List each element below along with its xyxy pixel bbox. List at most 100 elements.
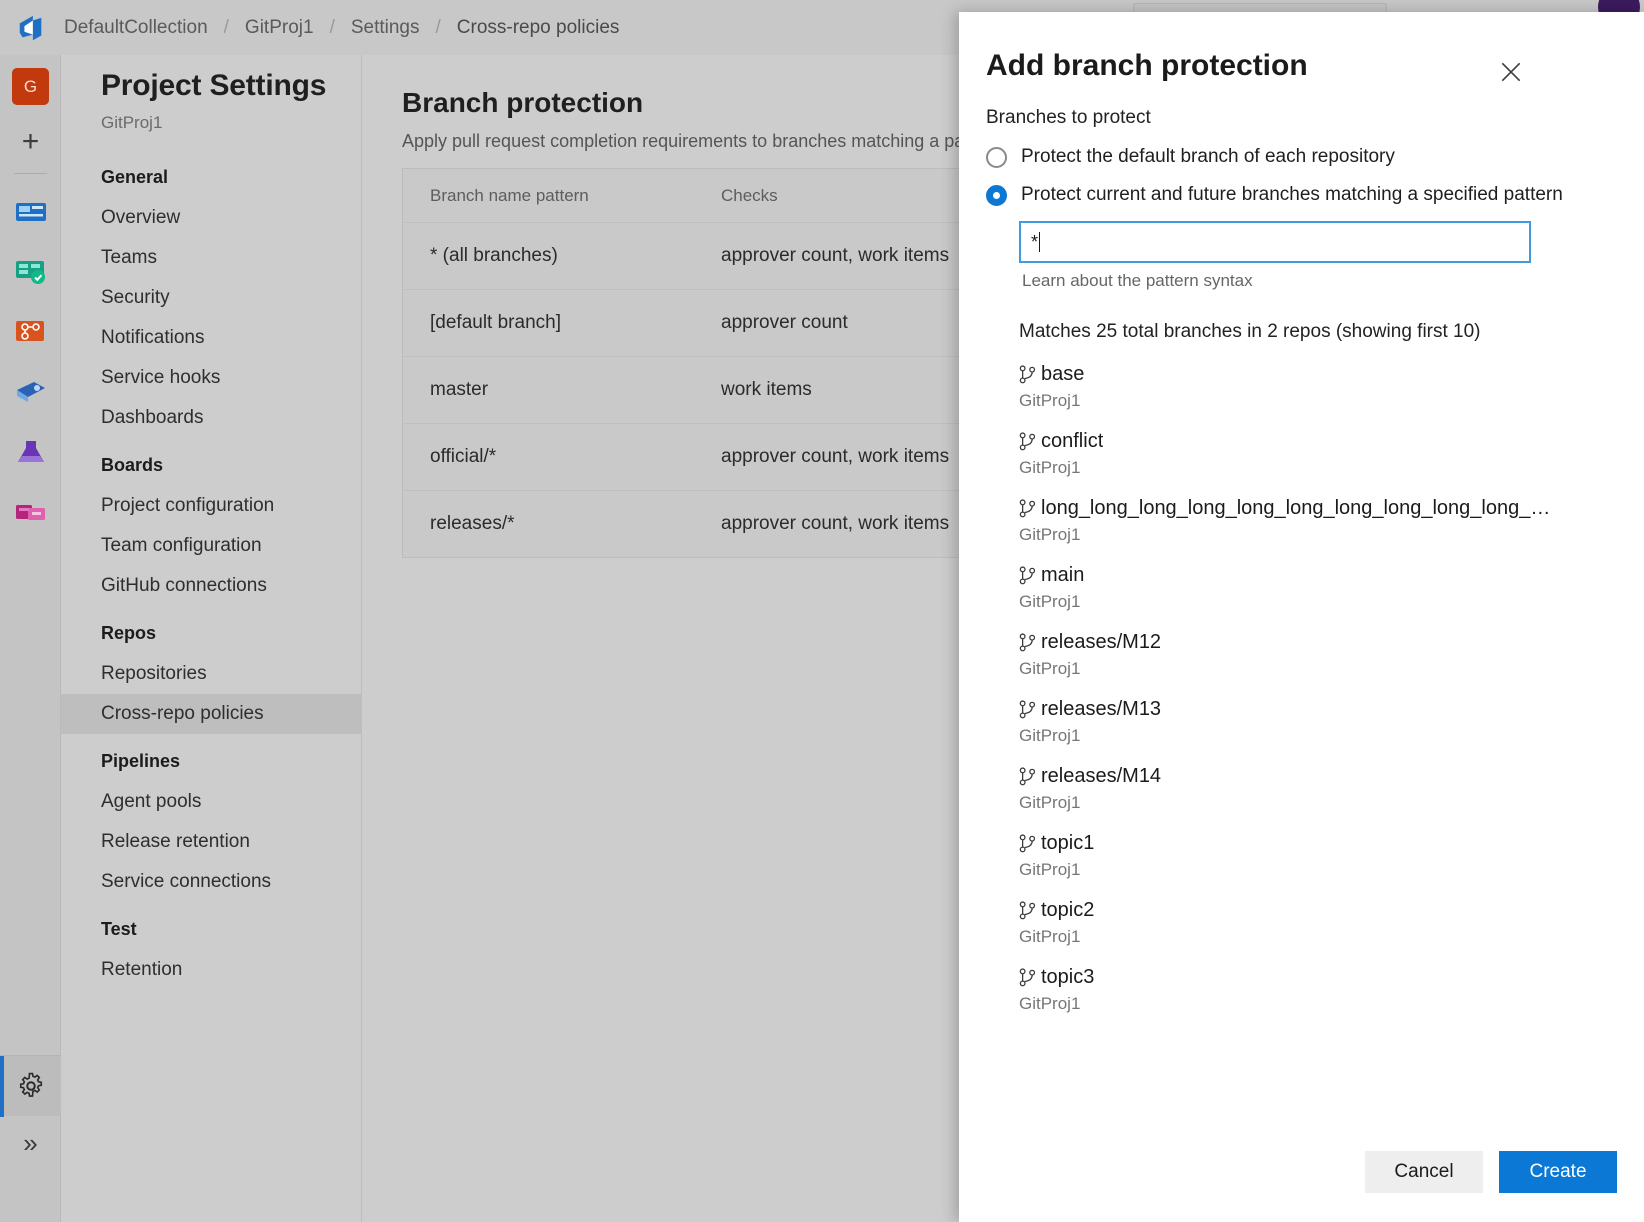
git-branch-icon xyxy=(1019,432,1036,451)
sidebar-item-retention[interactable]: Retention xyxy=(61,950,362,990)
pattern-syntax-link[interactable]: Learn about the pattern syntax xyxy=(1022,271,1644,291)
sidebar-item-notifications[interactable]: Notifications xyxy=(61,318,362,358)
testplans-icon xyxy=(14,437,48,467)
git-branch-icon-wrap xyxy=(1019,968,1041,987)
git-branch-icon-wrap xyxy=(1019,700,1041,719)
hub-overview[interactable] xyxy=(12,193,50,231)
git-branch-icon-wrap xyxy=(1019,767,1041,786)
branch-row: conflict xyxy=(1019,427,1644,455)
list-item: releases/M13GitProj1 xyxy=(1019,695,1644,756)
azure-devops-logo[interactable] xyxy=(0,0,62,55)
add-new-button[interactable]: + xyxy=(12,123,49,160)
breadcrumb-item-2[interactable]: Settings xyxy=(349,17,422,39)
branch-pattern-input[interactable]: * xyxy=(1019,221,1531,263)
text-caret xyxy=(1039,232,1040,252)
git-branch-icon-wrap xyxy=(1019,432,1041,451)
sidebar-item-security[interactable]: Security xyxy=(61,278,362,318)
hub-boards[interactable] xyxy=(12,253,50,291)
branch-repo-name: GitProj1 xyxy=(1019,790,1644,823)
sidebar-item-overview[interactable]: Overview xyxy=(61,198,362,238)
git-branch-icon xyxy=(1019,365,1036,384)
hub-test-plans[interactable] xyxy=(12,433,50,471)
breadcrumb-separator: / xyxy=(316,17,349,39)
hub-repos[interactable] xyxy=(12,313,50,351)
settings-nav: Project Settings GitProj1 GeneralOvervie… xyxy=(61,55,362,1222)
list-item: mainGitProj1 xyxy=(1019,561,1644,622)
cell-branch-pattern: [default branch] xyxy=(403,312,721,334)
cell-branch-pattern: official/* xyxy=(403,446,721,468)
column-header-pattern: Branch name pattern xyxy=(403,186,721,206)
matching-branch-list: baseGitProj1conflictGitProj1long_long_lo… xyxy=(959,360,1644,1024)
sidebar-item-dashboards[interactable]: Dashboards xyxy=(61,398,362,438)
sidebar-item-service-connections[interactable]: Service connections xyxy=(61,862,362,902)
branch-row: releases/M13 xyxy=(1019,695,1644,723)
branch-repo-name: GitProj1 xyxy=(1019,924,1644,957)
expand-sidebar-button[interactable]: » xyxy=(0,1116,61,1171)
branch-repo-name: GitProj1 xyxy=(1019,388,1644,421)
breadcrumb-item-0[interactable]: DefaultCollection xyxy=(62,17,210,39)
git-branch-icon xyxy=(1019,767,1036,786)
boards-icon xyxy=(14,257,48,287)
cell-branch-pattern: * (all branches) xyxy=(403,245,721,267)
sidebar-item-service-hooks[interactable]: Service hooks xyxy=(61,358,362,398)
dialog-title: Add branch protection xyxy=(986,49,1308,83)
overview-icon xyxy=(14,197,48,227)
git-branch-icon xyxy=(1019,700,1036,719)
radio-pattern-icon xyxy=(986,185,1007,206)
git-branch-icon-wrap xyxy=(1019,499,1041,518)
azure-devops-logo-icon xyxy=(16,13,46,43)
nav-group-boards: Boards xyxy=(61,438,362,486)
sidebar-item-repositories[interactable]: Repositories xyxy=(61,654,362,694)
breadcrumb-separator: / xyxy=(210,17,243,39)
page-title: Project Settings xyxy=(101,69,326,103)
branch-pattern-value: * xyxy=(1031,232,1038,253)
branch-name: conflict xyxy=(1041,430,1103,453)
git-branch-icon-wrap xyxy=(1019,566,1041,585)
branch-row: topic1 xyxy=(1019,829,1644,857)
radio-option-pattern[interactable]: Protect current and future branches matc… xyxy=(986,179,1644,211)
branch-repo-name: GitProj1 xyxy=(1019,589,1644,622)
hub-pipelines[interactable] xyxy=(12,373,50,411)
git-branch-icon xyxy=(1019,566,1036,585)
branch-name: releases/M13 xyxy=(1041,698,1161,721)
list-item: topic2GitProj1 xyxy=(1019,896,1644,957)
git-branch-icon xyxy=(1019,499,1036,518)
list-item: topic3GitProj1 xyxy=(1019,963,1644,1024)
radio-option-default-branch[interactable]: Protect the default branch of each repos… xyxy=(986,141,1644,173)
list-item: releases/M14GitProj1 xyxy=(1019,762,1644,823)
list-item: releases/M12GitProj1 xyxy=(1019,628,1644,689)
cancel-button[interactable]: Cancel xyxy=(1365,1151,1483,1193)
branch-row: main xyxy=(1019,561,1644,589)
app-root: DefaultCollection / GitProj1 / Settings … xyxy=(0,0,1644,1222)
branch-repo-name: GitProj1 xyxy=(1019,723,1644,756)
project-badge[interactable]: G xyxy=(12,68,49,105)
nav-group-general: General xyxy=(61,150,362,198)
sidebar-item-teams[interactable]: Teams xyxy=(61,238,362,278)
branch-row: long_long_long_long_long_long_long_long_… xyxy=(1019,494,1644,522)
sidebar-item-github-connections[interactable]: GitHub connections xyxy=(61,566,362,606)
branch-row: topic3 xyxy=(1019,963,1644,991)
branch-name: topic3 xyxy=(1041,966,1094,989)
branch-row: releases/M14 xyxy=(1019,762,1644,790)
git-branch-icon xyxy=(1019,834,1036,853)
breadcrumb-item-1[interactable]: GitProj1 xyxy=(243,17,316,39)
breadcrumb: DefaultCollection / GitProj1 / Settings … xyxy=(62,17,621,39)
branch-name: long_long_long_long_long_long_long_long_… xyxy=(1041,497,1551,520)
branch-row: topic2 xyxy=(1019,896,1644,924)
close-icon xyxy=(1498,59,1524,85)
settings-nav-list: GeneralOverviewTeamsSecurityNotification… xyxy=(61,150,362,990)
sidebar-item-cross-repo-policies[interactable]: Cross-repo policies xyxy=(61,694,362,734)
nav-group-repos: Repos xyxy=(61,606,362,654)
close-button[interactable] xyxy=(1491,52,1531,92)
create-button[interactable]: Create xyxy=(1499,1151,1617,1193)
sidebar-item-release-retention[interactable]: Release retention xyxy=(61,822,362,862)
rail-divider xyxy=(14,173,47,174)
cell-branch-pattern: releases/* xyxy=(403,513,721,535)
sidebar-item-project-configuration[interactable]: Project configuration xyxy=(61,486,362,526)
hub-artifacts[interactable] xyxy=(12,493,50,531)
breadcrumb-item-3[interactable]: Cross-repo policies xyxy=(455,17,622,39)
branch-name: releases/M14 xyxy=(1041,765,1161,788)
sidebar-item-agent-pools[interactable]: Agent pools xyxy=(61,782,362,822)
sidebar-item-settings[interactable] xyxy=(0,1055,61,1116)
sidebar-item-team-configuration[interactable]: Team configuration xyxy=(61,526,362,566)
